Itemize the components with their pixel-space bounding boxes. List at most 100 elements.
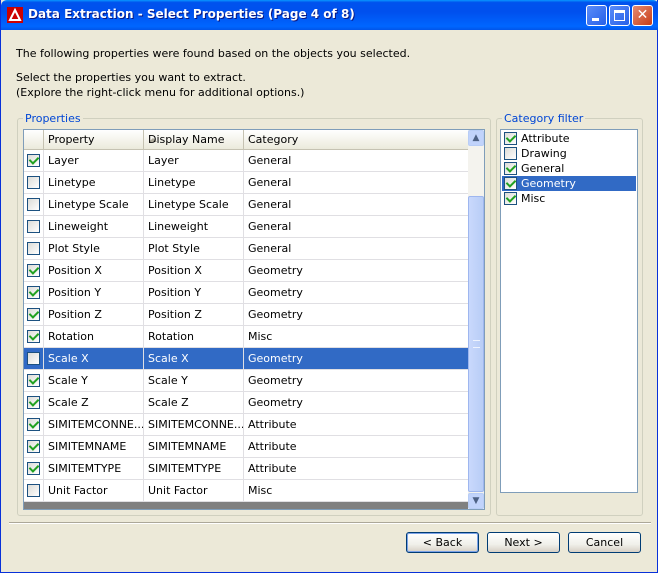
display-name-cell[interactable]: Scale X: [144, 348, 244, 369]
table-row[interactable]: Plot Style Plot Style General: [24, 238, 469, 260]
scroll-thumb[interactable]: [468, 196, 484, 492]
row-checkbox[interactable]: [27, 374, 40, 387]
category-checkbox[interactable]: [504, 147, 517, 160]
minimize-button[interactable]: [586, 5, 607, 26]
table-row[interactable]: Position Y Position Y Geometry: [24, 282, 469, 304]
title-bar[interactable]: Data Extraction - Select Properties (Pag…: [1, 0, 658, 30]
row-checkbox[interactable]: [27, 462, 40, 475]
back-button[interactable]: < Back: [406, 532, 479, 553]
header-display-name[interactable]: Display Name: [144, 130, 244, 149]
display-name-cell[interactable]: SIMITEMCONNE...: [144, 414, 244, 435]
table-row[interactable]: Position X Position X Geometry: [24, 260, 469, 282]
category-cell: Misc: [244, 480, 469, 501]
display-name-cell[interactable]: Position Y: [144, 282, 244, 303]
table-row[interactable]: Scale Z Scale Z Geometry: [24, 392, 469, 414]
row-checkbox[interactable]: [27, 220, 40, 233]
table-row[interactable]: Scale X Scale X Geometry: [24, 348, 469, 370]
row-checkbox-cell[interactable]: [24, 172, 44, 193]
row-checkbox-cell[interactable]: [24, 150, 44, 171]
scroll-down-button[interactable]: ▼: [468, 493, 484, 509]
row-checkbox-cell[interactable]: [24, 238, 44, 259]
close-button[interactable]: ✕: [632, 5, 653, 26]
row-checkbox-cell[interactable]: [24, 370, 44, 391]
category-label: Drawing: [521, 147, 567, 160]
display-name-cell[interactable]: Position X: [144, 260, 244, 281]
row-checkbox-cell[interactable]: [24, 480, 44, 501]
row-checkbox-cell[interactable]: [24, 326, 44, 347]
row-checkbox-cell[interactable]: [24, 194, 44, 215]
table-row[interactable]: Scale Y Scale Y Geometry: [24, 370, 469, 392]
category-cell: Attribute: [244, 458, 469, 479]
display-name-cell[interactable]: Linetype Scale: [144, 194, 244, 215]
category-checkbox[interactable]: [504, 162, 517, 175]
row-checkbox[interactable]: [27, 484, 40, 497]
cancel-button[interactable]: Cancel: [568, 532, 641, 553]
category-filter-item[interactable]: Attribute: [502, 131, 636, 146]
row-checkbox[interactable]: [27, 352, 40, 365]
row-checkbox[interactable]: [27, 286, 40, 299]
scroll-up-icon: ▲: [472, 133, 480, 143]
row-checkbox-cell[interactable]: [24, 260, 44, 281]
intro-text-select: Select the properties you want to extrac…: [16, 71, 246, 84]
display-name-cell[interactable]: SIMITEMTYPE: [144, 458, 244, 479]
category-filter-item[interactable]: Misc: [502, 191, 636, 206]
display-name-cell[interactable]: Scale Z: [144, 392, 244, 413]
display-name-cell[interactable]: Rotation: [144, 326, 244, 347]
row-checkbox-cell[interactable]: [24, 458, 44, 479]
grid-vertical-scrollbar[interactable]: ▲ ▼: [468, 130, 484, 509]
category-filter-item[interactable]: Drawing: [502, 146, 636, 161]
footer-separator: [9, 522, 651, 524]
properties-grid[interactable]: Property Display Name Category Layer Laye…: [23, 129, 485, 510]
category-filter-item[interactable]: General: [502, 161, 636, 176]
table-row[interactable]: SIMITEMTYPE SIMITEMTYPE Attribute: [24, 458, 469, 480]
intro-text-found: The following properties were found base…: [16, 47, 411, 60]
display-name-cell[interactable]: SIMITEMNAME: [144, 436, 244, 457]
category-checkbox[interactable]: [504, 192, 517, 205]
display-name-cell[interactable]: Layer: [144, 150, 244, 171]
maximize-button[interactable]: [609, 5, 630, 26]
row-checkbox-cell[interactable]: [24, 392, 44, 413]
row-checkbox-cell[interactable]: [24, 304, 44, 325]
row-checkbox[interactable]: [27, 308, 40, 321]
display-name-cell[interactable]: Scale Y: [144, 370, 244, 391]
row-checkbox-cell[interactable]: [24, 414, 44, 435]
scroll-up-button[interactable]: ▲: [468, 130, 484, 146]
row-checkbox-cell[interactable]: [24, 436, 44, 457]
table-row[interactable]: Rotation Rotation Misc: [24, 326, 469, 348]
row-checkbox-cell[interactable]: [24, 282, 44, 303]
category-filter-list[interactable]: Attribute Drawing General Geometry Misc: [500, 129, 638, 493]
row-checkbox[interactable]: [27, 176, 40, 189]
header-property[interactable]: Property: [44, 130, 157, 149]
row-checkbox[interactable]: [27, 440, 40, 453]
display-name-cell[interactable]: Position Z: [144, 304, 244, 325]
next-button[interactable]: Next >: [487, 532, 560, 553]
row-checkbox-cell[interactable]: [24, 216, 44, 237]
row-checkbox[interactable]: [27, 330, 40, 343]
header-checkbox-column[interactable]: [24, 130, 44, 149]
row-checkbox[interactable]: [27, 242, 40, 255]
row-checkbox-cell[interactable]: [24, 348, 44, 369]
table-row[interactable]: Linetype Scale Linetype Scale General: [24, 194, 469, 216]
header-category[interactable]: Category: [244, 130, 469, 149]
row-checkbox[interactable]: [27, 418, 40, 431]
row-checkbox[interactable]: [27, 396, 40, 409]
category-checkbox[interactable]: [504, 177, 517, 190]
display-name-cell[interactable]: Lineweight: [144, 216, 244, 237]
table-row[interactable]: Lineweight Lineweight General: [24, 216, 469, 238]
display-name-cell[interactable]: Unit Factor: [144, 480, 244, 501]
table-row[interactable]: SIMITEMNAME SIMITEMNAME Attribute: [24, 436, 469, 458]
display-name-cell[interactable]: Plot Style: [144, 238, 244, 259]
display-name-cell[interactable]: Linetype: [144, 172, 244, 193]
category-checkbox[interactable]: [504, 132, 517, 145]
row-checkbox[interactable]: [27, 198, 40, 211]
table-row[interactable]: Position Z Position Z Geometry: [24, 304, 469, 326]
row-checkbox[interactable]: [27, 154, 40, 167]
row-checkbox[interactable]: [27, 264, 40, 277]
table-row[interactable]: Layer Layer General: [24, 150, 469, 172]
category-label: General: [521, 162, 565, 175]
category-filter-item[interactable]: Geometry: [502, 176, 636, 191]
table-row[interactable]: Unit Factor Unit Factor Misc: [24, 480, 469, 502]
table-row[interactable]: Linetype Linetype General: [24, 172, 469, 194]
table-row[interactable]: SIMITEMCONNE... SIMITEMCONNE... Attribute: [24, 414, 469, 436]
grid-bottom-edge: [24, 502, 469, 509]
